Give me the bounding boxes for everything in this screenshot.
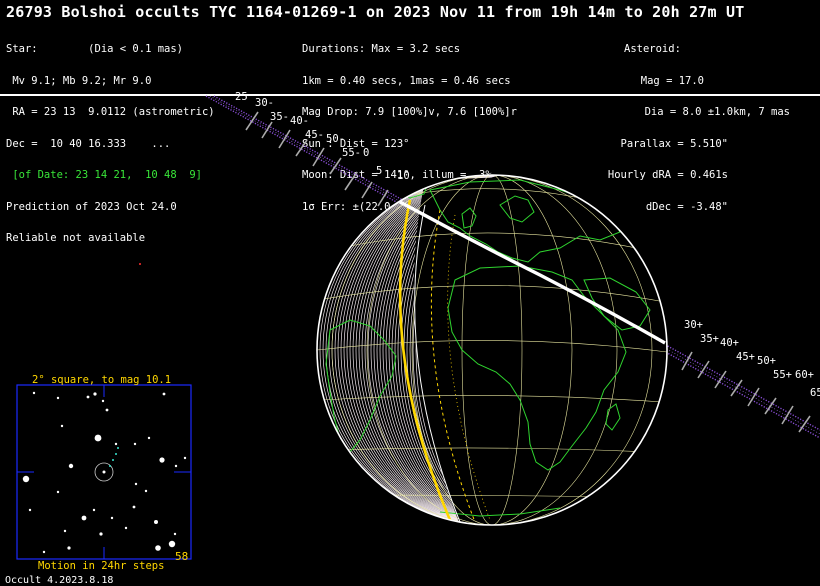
earth-globe (316, 174, 668, 526)
track-tick-label: 40+ (720, 337, 739, 349)
field-star (67, 546, 71, 550)
field-star (94, 434, 102, 442)
track-tick-label: 65 (810, 387, 820, 399)
track-tick-label: 45+ (736, 351, 755, 363)
field-star (133, 442, 137, 446)
field-star (68, 463, 74, 469)
field-star (110, 516, 114, 520)
track-tick-label: 45- (305, 129, 324, 141)
star-chart-motion: Motion in 24hr steps (38, 560, 165, 572)
track-tick-label: 60+ (795, 369, 814, 381)
field-star (144, 489, 148, 493)
track-tick (245, 111, 259, 131)
red-marker (139, 263, 141, 265)
track-tick (798, 415, 811, 433)
track-tick (344, 171, 358, 191)
field-star (56, 396, 60, 400)
track-tick-label: 0 (363, 147, 369, 159)
field-star (173, 532, 177, 536)
occultation-diagram: 25 30- 35- 40- 45- 50- 55- 05 10 30+ 35+ 40+ 45+ 50+ 5… (16, 91, 820, 560)
field-star (159, 457, 165, 463)
field-star (134, 482, 138, 486)
field-star (63, 529, 67, 533)
track-tick-label: 40- (290, 115, 309, 127)
track-tick-label: 35+ (700, 333, 719, 345)
track-tick (730, 379, 743, 397)
field-star (168, 540, 176, 548)
track-tick-label: 50- (326, 133, 345, 145)
field-star (99, 532, 103, 536)
star-chart (16, 384, 192, 560)
footer-version: Occult 4.2023.8.18 (5, 575, 114, 586)
track-tick (312, 147, 325, 167)
track-tick-label: 55+ (773, 369, 792, 381)
track-tick-label: 10 (397, 170, 410, 182)
track-tick-label: 25 (235, 91, 248, 103)
track-tick (681, 351, 693, 371)
motion-step (117, 447, 119, 449)
field-star (32, 391, 36, 395)
field-star (147, 436, 151, 440)
motion-step (112, 459, 114, 461)
day-side (413, 175, 667, 525)
field-star (56, 490, 60, 494)
field-star (154, 520, 158, 524)
target-star (102, 470, 106, 474)
star-chart-number: 58 (175, 550, 189, 563)
motion-step (115, 453, 117, 455)
field-star (183, 456, 187, 460)
field-star (28, 508, 32, 512)
track-tick (261, 121, 273, 139)
field-star (60, 424, 64, 428)
field-star (174, 464, 178, 468)
field-star (42, 550, 46, 554)
field-star (22, 475, 30, 483)
field-star (162, 392, 166, 396)
field-star (132, 505, 136, 509)
motion-step (109, 465, 111, 467)
track-tick-label: 5 (376, 165, 382, 177)
field-star (124, 526, 128, 530)
field-star (155, 545, 161, 551)
track-tick-label: 55- (342, 147, 361, 159)
field-star (92, 508, 96, 512)
field-star (114, 442, 118, 446)
track-tick (361, 181, 373, 199)
field-star (86, 395, 90, 399)
field-star (93, 392, 97, 396)
track-tick-label: 50+ (757, 355, 776, 367)
star-chart-title: 2° square, to mag 10.1 (32, 374, 172, 386)
track-tick-label: 30+ (684, 319, 703, 331)
field-star (101, 399, 105, 403)
track-tick-label: 30- (255, 97, 274, 109)
field-star (105, 408, 109, 412)
track-tick-label: 35- (270, 111, 289, 123)
field-star (81, 515, 87, 521)
track-tick (377, 189, 389, 207)
